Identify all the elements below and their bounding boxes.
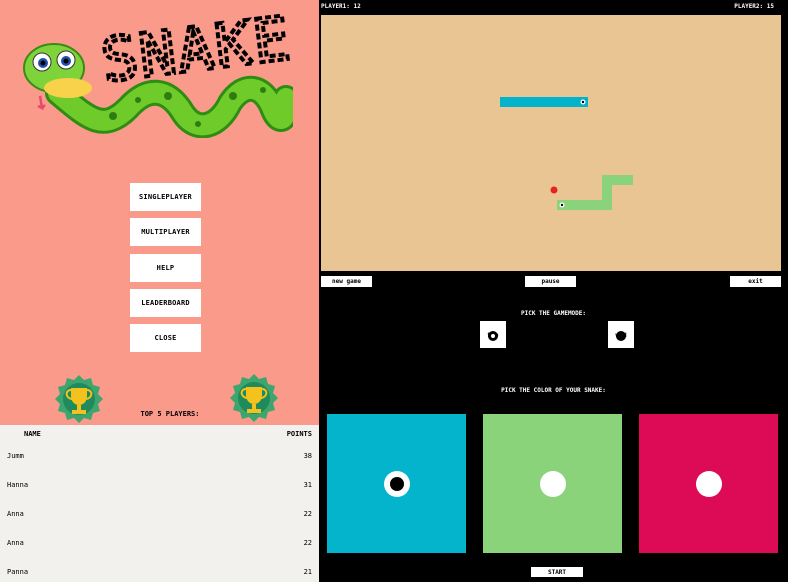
points-column-header: POINTS xyxy=(286,430,312,438)
gamemode-heading: PICK THE GAMEMODE: xyxy=(520,310,587,317)
player2-score: PLAYER2: 15 xyxy=(734,3,774,10)
leaderboard-table: NAME POINTS Jumm 38 Hanna 31 Anna 22 Ann… xyxy=(0,425,319,582)
player-name: Jumm xyxy=(7,452,24,460)
color-swatch-blue[interactable] xyxy=(327,414,466,553)
color-swatch-green[interactable] xyxy=(483,414,622,553)
close-button[interactable]: CLOSE xyxy=(130,324,201,352)
new-game-button[interactable]: new game xyxy=(321,276,372,287)
radio-icon xyxy=(616,331,626,341)
exit-button[interactable]: exit xyxy=(730,276,781,287)
player-points: 21 xyxy=(303,568,312,576)
player1-score: PLAYER1: 12 xyxy=(321,3,361,10)
multiplayer-button[interactable]: MULTIPLAYER xyxy=(130,218,201,246)
selected-radio-icon xyxy=(384,471,410,497)
radio-icon xyxy=(696,471,722,497)
leaderboard-button[interactable]: LEADERBOARD xyxy=(130,289,201,317)
color-picker-panel: PICK THE COLOR OF YOUR SNAKE: START xyxy=(319,368,788,582)
start-button[interactable]: START xyxy=(531,567,583,577)
player-name: Anna xyxy=(7,539,24,547)
main-menu-panel: SNAKE SINGLEPLAYER MULTIPLAYER HELP LEAD… xyxy=(0,0,319,425)
top5-players-heading: TOP 5 PLAYERS: xyxy=(140,410,200,418)
trophy-icon xyxy=(230,374,278,422)
player-name: Hanna xyxy=(7,481,29,489)
color-swatch-pink[interactable] xyxy=(639,414,778,553)
player-points: 22 xyxy=(303,510,312,518)
selected-radio-icon xyxy=(488,331,498,341)
game-board xyxy=(321,15,781,271)
help-button[interactable]: HELP xyxy=(130,254,201,282)
wall-mode-button[interactable]: wall xyxy=(608,321,634,348)
trophy-icon xyxy=(55,375,103,423)
name-column-header: NAME xyxy=(24,430,41,438)
player-points: 38 xyxy=(303,452,312,460)
player-points: 31 xyxy=(303,481,312,489)
pause-button[interactable]: pause xyxy=(525,276,576,287)
board-background xyxy=(321,15,781,271)
free-mode-button[interactable]: free xyxy=(480,321,506,348)
player-name: Panna xyxy=(7,568,29,576)
food-dot xyxy=(550,186,558,194)
game-panel: PLAYER1: 12 PLAYER2: 15 new game pause e… xyxy=(319,0,788,288)
color-picker-heading: PICK THE COLOR OF YOUR SNAKE: xyxy=(501,387,606,394)
player1-snake xyxy=(500,97,588,107)
singleplayer-button[interactable]: SINGLEPLAYER xyxy=(130,183,201,211)
radio-icon xyxy=(540,471,566,497)
snake-mascot-icon xyxy=(23,43,293,138)
player-name: Anna xyxy=(7,510,24,518)
gamemode-panel: PICK THE GAMEMODE: free wall xyxy=(319,288,788,368)
player-points: 22 xyxy=(303,539,312,547)
